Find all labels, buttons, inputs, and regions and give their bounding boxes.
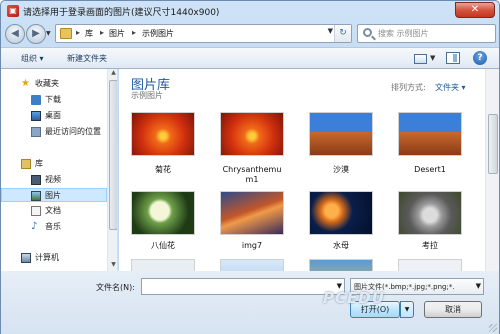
sidebar-item-label: 下载: [45, 95, 61, 104]
recent-pages-dropdown-icon[interactable]: ▼: [46, 30, 51, 37]
file-caption[interactable]: 沙漠: [296, 165, 386, 175]
file-caption[interactable]: Desert1: [385, 165, 475, 175]
file-list-pane: 图片库 示例图片 排列方式: 文件夹 ▾ 菊花 Chrysanthemum1 沙…: [119, 69, 499, 271]
sidebar-item-label: 库: [35, 159, 43, 168]
sidebar-item-label: 文档: [45, 206, 61, 215]
thumbnail-jellyfish[interactable]: [309, 191, 373, 235]
file-caption[interactable]: img7: [207, 241, 297, 251]
desktop-icon: [31, 111, 41, 121]
change-view-button[interactable]: ▼: [410, 51, 440, 66]
thumbnail-desert[interactable]: [309, 112, 373, 156]
sidebar-item-label: 音乐: [45, 222, 61, 231]
computer-icon: [21, 253, 31, 263]
view-icon: [414, 54, 427, 64]
open-options-dropdown-icon[interactable]: ▼: [400, 301, 414, 318]
file-list-scrollbar[interactable]: [485, 69, 499, 271]
preview-pane-icon[interactable]: [446, 52, 460, 64]
sidebar-item-label: 计算机: [35, 253, 59, 262]
thumbnail-partial[interactable]: [398, 259, 462, 271]
star-icon: ★: [21, 78, 30, 89]
sidebar-item-videos[interactable]: 视频: [1, 173, 107, 187]
sidebar-item-downloads[interactable]: 下载: [1, 93, 107, 107]
breadcrumb-sample-pictures[interactable]: 示例图片: [142, 28, 174, 39]
thumbnail-koala[interactable]: [398, 191, 462, 235]
resize-grip-icon[interactable]: [489, 324, 497, 332]
window-title: 请选择用于登录画面的图片(建议尺寸1440x900): [23, 8, 220, 18]
file-caption[interactable]: 菊花: [119, 165, 208, 175]
app-icon: ▣: [7, 5, 19, 17]
sidebar-item-label: 最近访问的位置: [45, 127, 101, 136]
bottom-panel: 文件名(N): ▼ 图片文件(*.bmp;*.jpg;*.png;*. ▼ 打开…: [1, 271, 499, 334]
scroll-up-icon[interactable]: ▲: [108, 69, 117, 79]
scroll-down-icon[interactable]: ▼: [108, 261, 117, 271]
sidebar-item-recent-places[interactable]: 最近访问的位置: [1, 125, 107, 139]
documents-icon: [31, 206, 41, 216]
cancel-button[interactable]: 取消: [424, 301, 482, 318]
search-input[interactable]: 搜索 示例图片: [357, 24, 496, 43]
folder-icon: [60, 28, 72, 39]
navigation-pane: ★ 收藏夹 下载 桌面 最近访问的位置 库 视频 图片 文档 ♪ 音乐 计算机 …: [1, 69, 118, 271]
address-bar[interactable]: ▸ 库 ▸ 图片 ▸ 示例图片 ▼ ↻: [55, 24, 352, 43]
filename-label: 文件名(N):: [96, 283, 135, 292]
thumbnail-partial[interactable]: [131, 259, 195, 271]
sidebar-item-computer[interactable]: 计算机: [1, 251, 107, 265]
thumbnail-partial[interactable]: [309, 259, 373, 271]
close-button[interactable]: ✕: [455, 2, 495, 18]
breadcrumb-separator: ▸: [76, 28, 81, 37]
recent-places-icon: [31, 127, 41, 137]
sidebar-item-label: 桌面: [45, 111, 61, 120]
breadcrumb-separator: ▸: [100, 28, 105, 37]
sidebar-item-desktop[interactable]: 桌面: [1, 109, 107, 123]
sidebar-item-music[interactable]: ♪ 音乐: [1, 220, 107, 234]
file-caption[interactable]: 考拉: [385, 241, 475, 251]
thumbnail-hydrangeas[interactable]: [131, 191, 195, 235]
sidebar-item-label: 视频: [45, 175, 61, 184]
chevron-down-icon: ▼: [430, 54, 436, 62]
thumbnail-chrysanthemum[interactable]: [131, 112, 195, 156]
search-placeholder: 搜索 示例图片: [378, 29, 429, 38]
library-icon: [21, 159, 31, 169]
sidebar-item-label: 收藏夹: [35, 79, 59, 88]
back-arrow-icon[interactable]: ◀: [5, 24, 25, 44]
thumbnail-chrysanthemum1[interactable]: [220, 112, 284, 156]
breadcrumb-pictures[interactable]: 图片: [109, 28, 125, 39]
scrollbar-thumb[interactable]: [488, 114, 498, 174]
navigation-scrollbar[interactable]: ▲ ▼: [107, 69, 117, 271]
file-caption[interactable]: Chrysanthemum1: [207, 165, 297, 185]
video-icon: [31, 175, 41, 185]
sidebar-item-label: 图片: [45, 191, 61, 200]
title-bar: ▣ 请选择用于登录画面的图片(建议尺寸1440x900) ✕: [1, 1, 499, 21]
sidebar-item-favorites[interactable]: ★ 收藏夹: [1, 77, 107, 91]
breadcrumb-separator: ▸: [132, 28, 137, 37]
sidebar-item-libraries[interactable]: 库: [1, 157, 107, 171]
thumbnail-grid: 菊花 Chrysanthemum1 沙漠 Desert1 八仙花 img7 水母…: [119, 69, 485, 271]
pictures-icon: [31, 191, 41, 201]
help-icon[interactable]: ?: [473, 51, 487, 65]
chevron-down-icon: ▼: [475, 282, 481, 290]
sidebar-item-pictures[interactable]: 图片: [1, 188, 107, 202]
navigation-row: ◀ ▶ ▼ ▸ 库 ▸ 图片 ▸ 示例图片 ▼ ↻ 搜索 示例图片: [1, 21, 499, 47]
thumbnail-desert1[interactable]: [398, 112, 462, 156]
address-dropdown-icon[interactable]: ▼: [328, 27, 333, 35]
scrollbar-thumb[interactable]: [109, 80, 117, 230]
toolbar: 组织 ▾ 新建文件夹 ▼ ?: [1, 47, 499, 69]
forward-arrow-icon[interactable]: ▶: [26, 24, 46, 44]
thumbnail-partial[interactable]: [220, 259, 284, 271]
filename-input[interactable]: ▼: [141, 278, 345, 295]
file-open-dialog: ▣ 请选择用于登录画面的图片(建议尺寸1440x900) ✕ ◀ ▶ ▼ ▸ 库…: [0, 0, 500, 334]
search-icon: [363, 28, 372, 37]
refresh-icon[interactable]: ↻: [334, 25, 351, 42]
sidebar-item-documents[interactable]: 文档: [1, 204, 107, 218]
watermark-logo: PCEDU: [323, 289, 385, 307]
downloads-icon: [31, 95, 41, 105]
file-caption[interactable]: 水母: [296, 241, 386, 251]
organize-menu[interactable]: 组织 ▾: [21, 53, 44, 64]
breadcrumb-libraries[interactable]: 库: [85, 28, 93, 39]
thumbnail-img7[interactable]: [220, 191, 284, 235]
file-caption[interactable]: 八仙花: [119, 241, 208, 251]
new-folder-button[interactable]: 新建文件夹: [67, 53, 107, 64]
music-icon: ♪: [31, 221, 38, 232]
